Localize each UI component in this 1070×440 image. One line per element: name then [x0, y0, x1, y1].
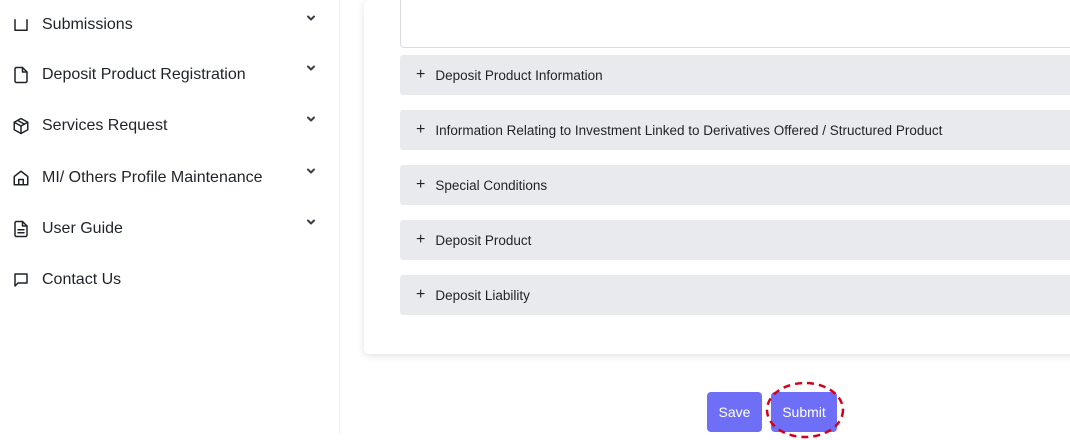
accordion-deposit-product-information[interactable]: + Deposit Product Information — [400, 55, 1070, 95]
sidebar-item-label: Contact Us — [42, 271, 122, 288]
sidebar-item-label: User Guide — [42, 220, 123, 237]
sidebar-item-label: Submissions — [42, 16, 133, 33]
accordion-deposit-liability[interactable]: + Deposit Liability — [400, 275, 1070, 315]
chevron-down-icon — [305, 61, 317, 73]
package-icon — [12, 117, 30, 135]
sidebar-item-label: Services Request — [42, 117, 168, 134]
accordion-label: Deposit Product Information — [435, 67, 603, 83]
message-square-icon — [12, 271, 30, 289]
sidebar: Submissions Deposit Product Registration… — [0, 0, 340, 434]
sidebar-item-services-request[interactable]: Services Request — [12, 109, 327, 143]
accordion-investment-linked-derivatives[interactable]: + Information Relating to Investment Lin… — [400, 110, 1070, 150]
sidebar-item-contact-us[interactable]: Contact Us — [12, 263, 327, 297]
form-panel: + Deposit Product Information + Informat… — [364, 0, 1070, 354]
submit-button[interactable]: Submit — [771, 392, 837, 432]
sidebar-item-mi-others-profile-maintenance[interactable]: MI/ Others Profile Maintenance — [12, 161, 327, 195]
chevron-down-icon — [305, 11, 317, 23]
file-icon — [12, 66, 30, 84]
text-area-field[interactable] — [400, 0, 1070, 48]
sidebar-item-deposit-product-registration[interactable]: Deposit Product Registration — [12, 58, 327, 92]
accordion-label: Deposit Product — [435, 232, 532, 248]
sidebar-item-label: Deposit Product Registration — [42, 66, 246, 83]
save-button[interactable]: Save — [707, 392, 762, 432]
plus-icon: + — [416, 66, 426, 83]
sidebar-item-user-guide[interactable]: User Guide — [12, 212, 327, 246]
accordion-label: Special Conditions — [435, 177, 548, 193]
home-icon — [12, 169, 30, 187]
sidebar-item-label: MI/ Others Profile Maintenance — [42, 169, 263, 186]
chevron-down-icon — [305, 215, 317, 227]
accordion-deposit-product[interactable]: + Deposit Product — [400, 220, 1070, 260]
square-icon — [12, 16, 30, 34]
plus-icon: + — [416, 231, 426, 248]
accordion-label: Information Relating to Investment Linke… — [435, 122, 943, 138]
chevron-down-icon — [305, 112, 317, 124]
accordion-special-conditions[interactable]: + Special Conditions — [400, 165, 1070, 205]
sidebar-item-submissions[interactable]: Submissions — [12, 8, 327, 42]
file-text-icon — [12, 220, 30, 238]
plus-icon: + — [416, 176, 426, 193]
chevron-down-icon — [305, 164, 317, 176]
plus-icon: + — [416, 121, 426, 138]
plus-icon: + — [416, 286, 426, 303]
accordion-label: Deposit Liability — [435, 287, 530, 303]
